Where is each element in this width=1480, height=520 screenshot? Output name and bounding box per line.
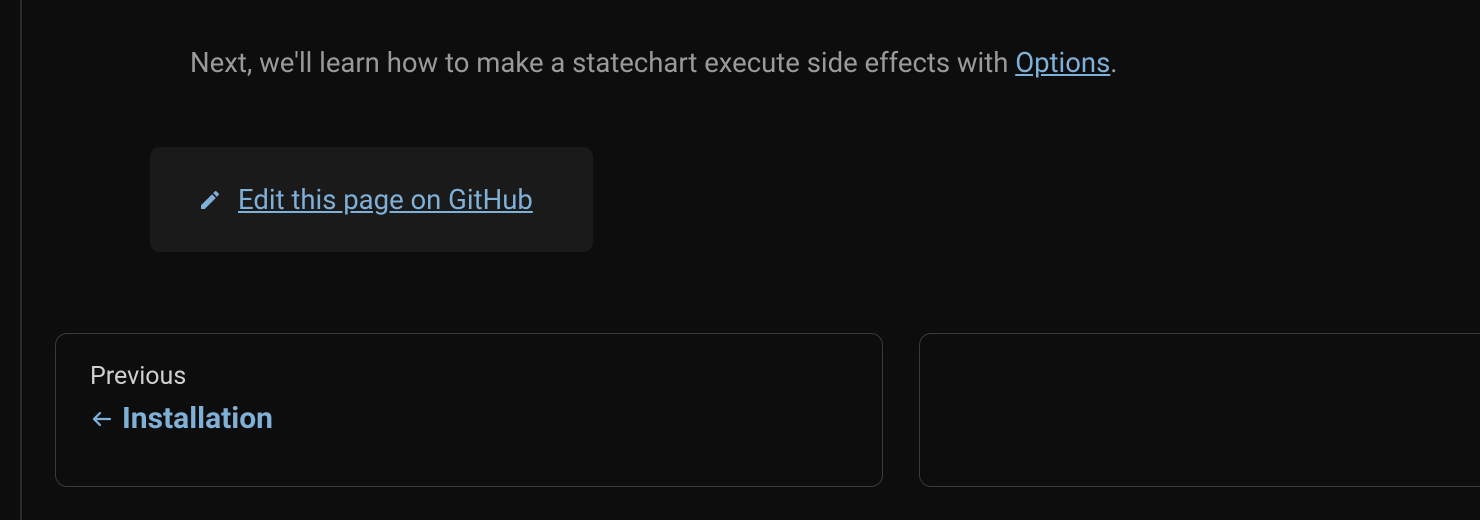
intro-text-before: Next, we'll learn how to make a statecha… [190, 46, 1015, 79]
previous-label: Previous [90, 362, 848, 391]
next-page-card[interactable] [919, 333, 1480, 487]
edit-github-link[interactable]: Edit this page on GitHub [238, 183, 533, 216]
pencil-icon [198, 188, 222, 212]
vertical-rule [20, 0, 22, 520]
previous-title: Installation [122, 401, 273, 436]
intro-paragraph: Next, we'll learn how to make a statecha… [190, 42, 1480, 83]
previous-title-row: Installation [90, 401, 848, 436]
edit-page-callout: Edit this page on GitHub [150, 147, 593, 252]
intro-text-after: . [1110, 46, 1117, 79]
content-area: Next, we'll learn how to make a statecha… [190, 42, 1480, 83]
options-link[interactable]: Options [1015, 46, 1110, 79]
pagination-nav: Previous Installation [55, 333, 1480, 487]
previous-page-card[interactable]: Previous Installation [55, 333, 883, 487]
arrow-left-icon [90, 407, 114, 431]
